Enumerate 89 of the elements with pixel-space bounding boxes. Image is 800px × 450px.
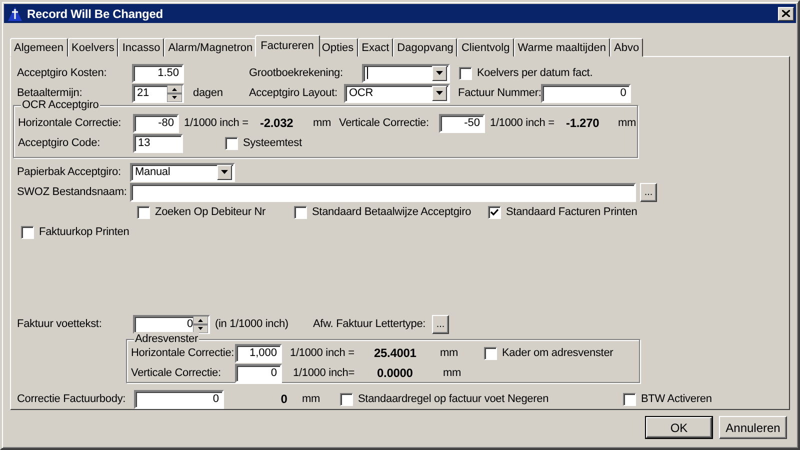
checkbox-label: Standaardregel op factuur voet Negeren xyxy=(358,393,549,405)
checkbox-label: Standaard Facturen Printen xyxy=(506,206,638,218)
checkbox[interactable] xyxy=(225,136,238,150)
tab[interactable]: Warme maaltijden xyxy=(514,38,610,57)
result-value: 25.4001 xyxy=(374,346,418,360)
field-label: Acceptgiro Kosten: xyxy=(17,67,108,79)
spin-field[interactable]: 0 xyxy=(133,314,210,334)
field-label: Grootboekrekening: xyxy=(249,67,344,79)
field-label: Faktuur voettekst: xyxy=(17,318,103,330)
checkbox[interactable] xyxy=(623,392,636,406)
input-field[interactable]: -80 xyxy=(133,114,179,132)
input-field[interactable]: 0 xyxy=(235,364,282,382)
input-field[interactable]: -50 xyxy=(439,114,485,132)
tab[interactable]: Incasso xyxy=(118,38,164,57)
unit-label: 1/1000 inch = xyxy=(490,117,556,129)
checkbox[interactable] xyxy=(340,392,353,406)
dropdown-arrow-icon xyxy=(436,91,443,95)
window-title: Record Will Be Changed xyxy=(27,6,164,20)
checkbox-label: Zoeken Op Debiteur Nr xyxy=(155,206,266,218)
checkbox-label: Koelvers per datum fact. xyxy=(477,67,593,79)
result-value: 0.0000 xyxy=(377,366,414,380)
field-label: Papierbak Acceptgiro: xyxy=(17,166,122,178)
tab[interactable]: Clientvolg xyxy=(457,38,514,57)
spinner-icon[interactable] xyxy=(167,84,182,102)
checkbox-label: Faktuurkop Printen xyxy=(39,226,130,238)
unit-label: mm xyxy=(443,367,462,379)
dropdown[interactable] xyxy=(362,64,450,82)
checkbox[interactable] xyxy=(21,226,34,238)
field-label: Horizontale Correctie: xyxy=(131,347,235,359)
result-value: -2.032 xyxy=(260,116,294,130)
result-value: -1.270 xyxy=(566,116,600,130)
dialog-button[interactable]: Annuleren xyxy=(719,416,787,439)
tab[interactable]: Factureren xyxy=(254,35,320,57)
checkbox-label: Kader om adresvenster xyxy=(502,347,614,359)
group-title: OCR Acceptgiro xyxy=(21,98,100,112)
dialog-button[interactable]: OK xyxy=(645,416,713,439)
checkbox[interactable] xyxy=(294,206,307,218)
field-label: Correctie Factuurbody: xyxy=(17,393,127,405)
tab[interactable]: Koelvers xyxy=(68,38,118,57)
input-field[interactable]: 0 xyxy=(541,84,632,102)
tab[interactable]: Algemeen xyxy=(10,38,68,57)
app-icon xyxy=(7,6,23,22)
checkbox[interactable] xyxy=(484,346,497,360)
dropdown-arrow-icon xyxy=(221,170,228,174)
field-label: Acceptgiro Layout: xyxy=(249,87,338,99)
font-button[interactable]: ... xyxy=(432,314,449,334)
unit-label: dagen xyxy=(193,87,224,99)
field-label: Acceptgiro Code: xyxy=(18,137,101,149)
input-field[interactable]: 1.50 xyxy=(132,64,184,82)
tab[interactable]: Exact xyxy=(358,38,394,57)
checkbox-label: Systeemtest xyxy=(243,137,302,149)
spinner-icon[interactable] xyxy=(193,316,208,332)
browse-button[interactable]: ... xyxy=(640,182,657,202)
field-label: Betaaltermijn: xyxy=(17,87,84,99)
close-button[interactable] xyxy=(778,6,794,20)
unit-label: mm xyxy=(618,117,636,129)
dropdown-arrow-icon xyxy=(436,71,443,75)
input-field[interactable] xyxy=(130,182,636,202)
unit-label: 1/1000 inch= xyxy=(293,367,356,379)
field-label: Factuur Nummer: xyxy=(458,87,542,99)
checkbox[interactable] xyxy=(137,206,150,218)
unit-label: 1/1000 inch = xyxy=(184,117,250,129)
unit-label: 1/1000 inch = xyxy=(290,347,356,359)
input-field[interactable]: 1,000 xyxy=(235,344,282,362)
tab[interactable]: Opties xyxy=(318,38,358,57)
dropdown[interactable]: Manual xyxy=(130,162,235,182)
field-label: Verticale Correctie: xyxy=(339,117,430,129)
unit-label: (in 1/1000 inch) xyxy=(215,318,290,330)
field-label: Horizontale Correctie: xyxy=(18,117,122,129)
spin-field[interactable]: 21 xyxy=(132,84,184,102)
tab[interactable]: Abvo xyxy=(610,38,644,57)
unit-label: mm xyxy=(302,393,322,405)
close-icon xyxy=(782,10,790,17)
unit-label: mm xyxy=(440,347,460,359)
input-field[interactable]: 0 xyxy=(134,390,224,408)
tab[interactable]: Alarm/Magnetron xyxy=(164,38,257,57)
tab[interactable]: Dagopvang xyxy=(393,38,458,57)
unit-label: mm xyxy=(313,117,332,129)
checkbox-label: BTW Activeren xyxy=(641,393,712,405)
checkmark-icon xyxy=(490,208,499,216)
field-label: SWOZ Bestandsnaam: xyxy=(17,186,128,198)
field-label: Verticale Correctie: xyxy=(131,367,222,379)
result-value: 0 xyxy=(280,392,288,406)
checkbox[interactable] xyxy=(459,66,472,80)
checkbox[interactable] xyxy=(488,206,501,218)
input-field[interactable]: 13 xyxy=(133,134,183,152)
field-label: Afw. Faktuur Lettertype: xyxy=(313,318,427,330)
checkbox-label: Standaard Betaalwijze Acceptgiro xyxy=(312,206,472,218)
dropdown[interactable]: OCR xyxy=(344,84,450,102)
